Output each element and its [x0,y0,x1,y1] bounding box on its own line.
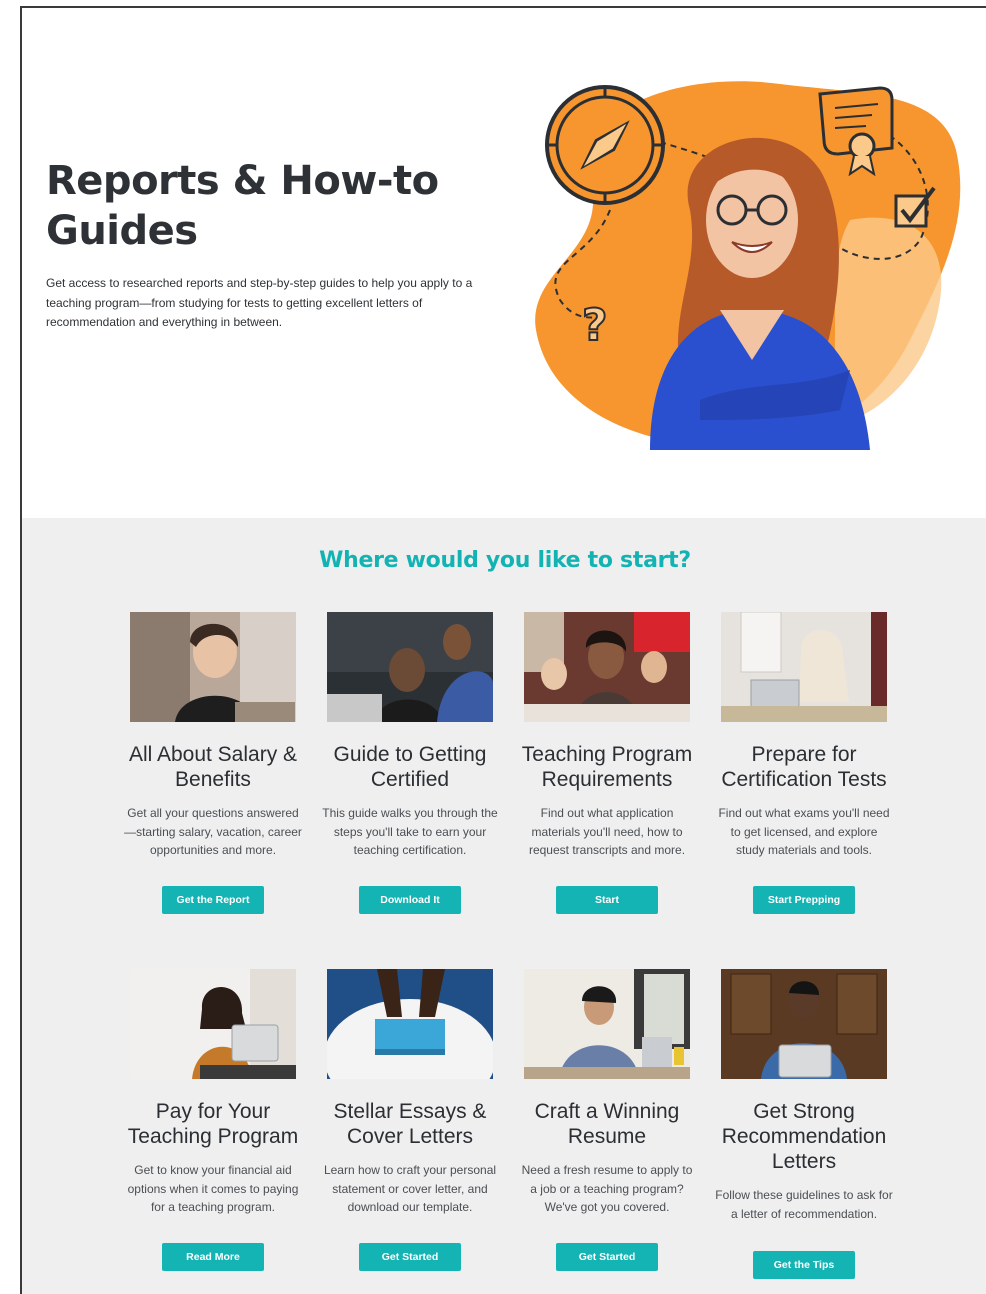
page-title-line1: Reports & How-to [46,158,439,204]
compass-icon [545,85,665,205]
hero-illustration: ? [535,81,961,450]
card-description: Follow these guidelines to ask for a let… [715,1188,893,1221]
download-it-button[interactable]: Download It [359,886,461,914]
start-section: Where would you like to start? All About… [22,518,986,1294]
card-description: Find out what application materials you'… [528,806,686,857]
card-title: Teaching Program Requirements [521,743,693,791]
card-title: Pay for Your Teaching Program [127,1100,299,1148]
card-image-essays [327,969,493,1079]
start-prepping-button[interactable]: Start Prepping [753,886,855,914]
card-description: Learn how to craft your personal stateme… [323,1163,497,1214]
section-heading: Where would you like to start? [319,548,691,573]
page-title: Reports & How-to Guides [46,156,466,256]
card-certification-tests: Prepare for Certification Tests Find out… [711,612,897,922]
page-title-line2: Guides [46,208,198,254]
card-recommendation-letters: Get Strong Recommendation Letters Follow… [711,969,897,1291]
card-description: This guide walks you through the steps y… [322,806,498,857]
get-started-essays-button[interactable]: Get Started [359,1243,461,1271]
card-program-requirements: Teaching Program Requirements Find out w… [514,612,700,922]
card-image-requirements [524,612,690,722]
get-the-tips-button[interactable]: Get the Tips [753,1251,855,1279]
hero-section: Reports & How-to Guides Get access to re… [22,8,986,518]
card-pay-program: Pay for Your Teaching Program Get to kno… [120,969,306,1291]
card-title: All About Salary & Benefits [128,743,298,791]
card-title: Get Strong Recommendation Letters [721,1100,887,1173]
read-more-button[interactable]: Read More [162,1243,264,1271]
get-the-report-button[interactable]: Get the Report [162,886,264,914]
card-image-pay [130,969,296,1079]
card-winning-resume: Craft a Winning Resume Need a fresh resu… [514,969,700,1291]
card-title: Craft a Winning Resume [534,1100,680,1148]
card-description: Find out what exams you'll need to get l… [718,806,890,857]
card-description: Need a fresh resume to apply to a job or… [521,1163,693,1214]
card-essays-cover-letters: Stellar Essays & Cover Letters Learn how… [317,969,503,1291]
card-image-recommendation [721,969,887,1079]
card-image-resume [524,969,690,1079]
card-description: Get all your questions answered—starting… [124,806,302,857]
page-frame: Reports & How-to Guides Get access to re… [20,6,986,1294]
card-salary-benefits: All About Salary & Benefits Get all your… [120,612,306,922]
card-image-certified [327,612,493,722]
question-mark-icon: ? [581,299,609,352]
card-image-salary [130,612,296,722]
card-image-tests [721,612,887,722]
card-title: Guide to Getting Certified [333,743,487,791]
card-description: Get to know your financial aid options w… [127,1163,299,1214]
get-started-resume-button[interactable]: Get Started [556,1243,658,1271]
card-getting-certified: Guide to Getting Certified This guide wa… [317,612,503,922]
card-title: Prepare for Certification Tests [721,743,887,791]
start-button[interactable]: Start [556,886,658,914]
card-title: Stellar Essays & Cover Letters [333,1100,487,1148]
svg-text:?: ? [582,300,608,351]
hero-description: Get access to researched reports and ste… [46,276,473,329]
